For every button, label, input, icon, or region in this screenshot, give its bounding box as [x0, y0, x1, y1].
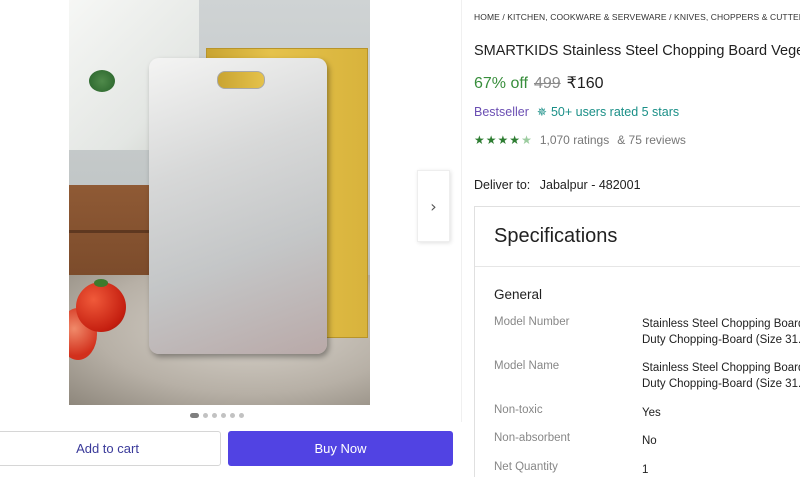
- specifications-panel: Specifications General Model Number Stai…: [474, 206, 800, 477]
- product-image[interactable]: [69, 0, 370, 405]
- bestseller-badge: Bestseller: [474, 105, 529, 119]
- carousel-dot[interactable]: [203, 413, 208, 418]
- half-star-icon: ★: [521, 133, 532, 147]
- image-cabinet: [69, 185, 159, 285]
- buy-now-button[interactable]: Buy Now: [228, 431, 453, 466]
- product-title: SMARTKIDS Stainless Steel Chopping Board…: [474, 43, 800, 59]
- star-icon: ★: [509, 133, 521, 147]
- spec-key: Non-absorbent: [494, 432, 571, 444]
- spec-value-line: Stainless Steel Chopping Board: [642, 362, 800, 374]
- spec-value: Stainless Steel Chopping Board Duty Chop…: [642, 316, 800, 348]
- spec-section-general: General: [494, 287, 543, 302]
- rated-badge-text: 50+ users rated 5 stars: [550, 105, 680, 119]
- spec-value-line: Duty Chopping-Board (Size 31.: [642, 378, 800, 390]
- carousel-dot[interactable]: [221, 413, 226, 418]
- carousel-dot[interactable]: [230, 413, 235, 418]
- discount-percent: 67% off: [474, 75, 528, 92]
- badges-row: Bestseller ✵ 50+ users rated 5 stars: [474, 105, 679, 119]
- image-steel-chopping-board: [149, 58, 327, 354]
- rated-badge: ✵ 50+ users rated 5 stars: [537, 105, 679, 119]
- spec-value: 1: [642, 464, 649, 476]
- spec-value: Stainless Steel Chopping Board Duty Chop…: [642, 360, 800, 392]
- spec-value-line: Duty Chopping-Board (Size 31.: [642, 334, 800, 346]
- spec-key: Net Quantity: [494, 461, 558, 473]
- star-icon: ★: [497, 133, 509, 147]
- product-gallery: ›: [0, 0, 462, 422]
- reviews-count: & 75 reviews: [617, 133, 686, 147]
- ratings-count: 1,070 ratings: [539, 133, 610, 147]
- spec-key: Model Name: [494, 360, 560, 372]
- sparkle-star-icon: ✵: [536, 105, 547, 119]
- selling-price: ₹160: [566, 75, 604, 92]
- carousel-dot[interactable]: [239, 413, 244, 418]
- next-image-button[interactable]: ›: [417, 170, 450, 242]
- image-tomato: [76, 279, 126, 332]
- specifications-title: Specifications: [494, 225, 618, 247]
- star-icon: ★: [474, 133, 485, 147]
- carousel-dot[interactable]: [212, 413, 217, 418]
- spec-value: Yes: [642, 407, 661, 419]
- delivery-location: Jabalpur - 482001: [539, 178, 641, 192]
- spec-value: No: [642, 435, 657, 447]
- ratings-row[interactable]: ★ ★ ★ ★ ★ 1,070 ratings & 75 reviews: [474, 133, 686, 147]
- deliver-label: Deliver to:: [474, 178, 531, 192]
- spec-value-line: Stainless Steel Chopping Board: [642, 318, 800, 330]
- spec-key: Non-toxic: [494, 404, 543, 416]
- star-rating: ★ ★ ★ ★ ★: [474, 133, 532, 147]
- breadcrumb[interactable]: HOME / KITCHEN, COOKWARE & SERVEWARE / K…: [474, 12, 800, 22]
- divider: [475, 266, 800, 267]
- carousel-dots: [190, 413, 244, 418]
- price-row: 67% off 499 ₹160: [474, 73, 604, 93]
- spec-key: Model Number: [494, 316, 570, 328]
- delivery-row[interactable]: Deliver to: Jabalpur - 482001: [474, 178, 641, 192]
- star-icon: ★: [485, 133, 497, 147]
- image-plant: [89, 70, 115, 92]
- chevron-right-icon: ›: [430, 196, 437, 216]
- carousel-dot[interactable]: [190, 413, 199, 418]
- add-to-cart-button[interactable]: Add to cart: [0, 431, 221, 466]
- image-board-handle: [217, 71, 265, 89]
- original-price: 499: [533, 75, 561, 92]
